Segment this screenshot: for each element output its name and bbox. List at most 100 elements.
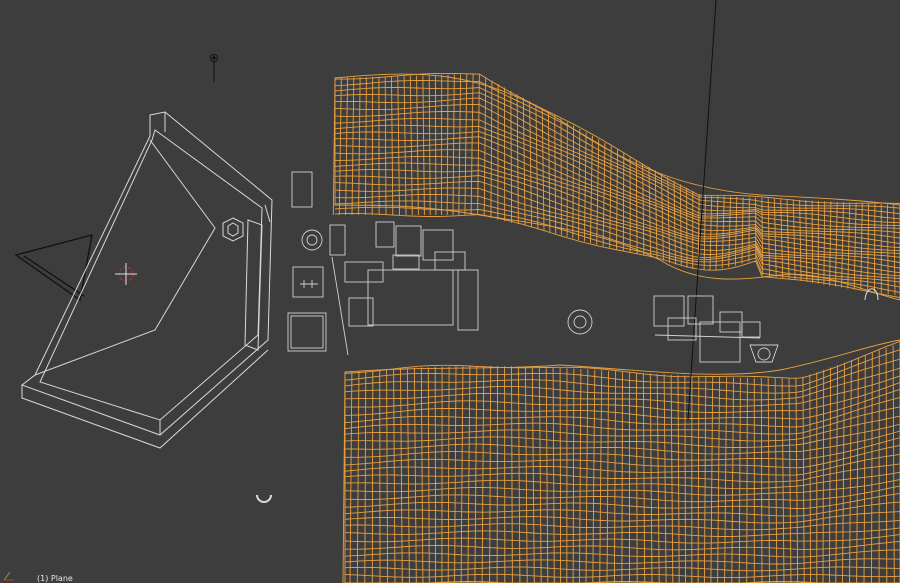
terrain-upper-vertical-edge <box>403 75 407 216</box>
terrain-upper-vertical-edge <box>835 201 838 287</box>
terrain-lower-vertical-edge <box>835 365 839 583</box>
terrain-upper-vertical-edge <box>490 80 493 219</box>
terrain-upper-horizontal-edge <box>334 200 900 288</box>
terrain-lower-vertical-edge <box>460 366 464 583</box>
terrain-upper-vertical-edge <box>446 74 449 216</box>
terrain-lower-vertical-edge <box>356 371 360 583</box>
hexagon-object[interactable] <box>222 217 244 242</box>
terrain-upper-vertical-edge <box>679 184 682 267</box>
terrain-mesh-upper[interactable] <box>332 72 900 301</box>
terrain-upper-vertical-edge <box>391 76 394 216</box>
terrain-lower-vertical-edge <box>552 367 555 583</box>
terrain-lower-vertical-edge <box>427 367 430 583</box>
terrain-lower-vertical-edge <box>531 366 535 583</box>
terrain-upper-vertical-edge <box>384 76 387 216</box>
terrain-lower-vertical-edge <box>386 369 389 583</box>
terrain-lower-vertical-edge <box>371 370 374 583</box>
terrain-upper-vertical-edge <box>477 73 480 216</box>
3d-viewport[interactable]: (1) Plane <box>0 0 900 583</box>
terrain-lower-vertical-edge <box>849 360 852 583</box>
terrain-lower-vertical-edge <box>774 377 778 583</box>
terrain-upper-vertical-edge <box>452 74 455 216</box>
terrain-lower-vertical-edge <box>892 345 895 583</box>
terrain-upper-vertical-edge <box>541 108 545 231</box>
terrain-lower-vertical-edge <box>511 366 513 583</box>
terrain-lower-vertical-edge <box>842 362 845 583</box>
props-cluster-right[interactable] <box>567 295 779 363</box>
props-cluster-center[interactable] <box>287 171 479 356</box>
terrain-lower-vertical-edge <box>474 365 478 583</box>
terrain-upper-vertical-edge <box>780 198 784 279</box>
terrain-lower-vertical-edge <box>697 376 700 583</box>
terrain-lower-vertical-edge <box>863 355 866 583</box>
terrain-lower-vertical-edge <box>677 375 680 583</box>
terrain-lower-vertical-edge <box>871 352 873 583</box>
terrain-upper-vertical-edge <box>416 75 419 216</box>
terrain-lower-vertical-edge <box>635 372 638 583</box>
terrain-lower-vertical-edge <box>710 376 714 583</box>
terrain-upper-vertical-edge <box>867 203 870 292</box>
terrain-upper-vertical-edge <box>470 73 474 216</box>
terrain-lower-vertical-edge <box>822 369 825 583</box>
terrain-lower-vertical-edge <box>670 374 674 583</box>
terrain-upper-vertical-edge <box>853 202 857 290</box>
camera-icon[interactable] <box>14 234 93 302</box>
terrain-lower-vertical-edge <box>767 377 770 583</box>
3d-cursor-icon[interactable] <box>115 263 137 285</box>
terrain-lower-vertical-edge <box>781 377 785 583</box>
terrain-lower-vertical-edge <box>517 366 521 583</box>
terrain-lower-vertical-edge <box>524 366 528 583</box>
terrain-upper-vertical-edge <box>371 76 374 216</box>
terrain-upper-vertical-edge <box>786 199 790 280</box>
arc-object[interactable] <box>256 494 272 503</box>
terrain-upper-vertical-edge <box>364 77 367 216</box>
terrain-lower-vertical-edge <box>613 371 617 583</box>
terrain-lower-vertical-edge <box>420 367 424 583</box>
terrain-upper-vertical-edge <box>535 104 539 230</box>
terrain-lower-vertical-edge <box>738 377 741 583</box>
terrain-lower-vertical-edge <box>400 368 403 583</box>
terrain-lower-vertical-edge <box>703 376 707 583</box>
terrain-upper-vertical-edge <box>554 115 557 234</box>
terrain-upper-vertical-edge <box>805 200 808 282</box>
terrain-lower-vertical-edge <box>809 374 811 583</box>
terrain-lower-vertical-edge <box>663 374 667 583</box>
terrain-lower-vertical-edge <box>621 371 623 583</box>
terrain-lower-vertical-edge <box>760 377 763 583</box>
terrain-upper-vertical-edge <box>616 149 618 250</box>
terrain-upper-vertical-edge <box>709 195 713 270</box>
terrain-upper-vertical-edge <box>483 77 487 217</box>
terrain-upper-vertical-edge <box>811 200 814 283</box>
terrain-upper-vertical-edge <box>547 111 551 233</box>
terrain-upper-vertical-edge <box>847 202 851 289</box>
terrain-upper-vertical-edge <box>635 159 638 255</box>
terrain-lower-vertical-edge <box>746 377 748 583</box>
terrain-lower-vertical-edge <box>349 371 353 583</box>
terrain-upper-vertical-edge <box>860 203 863 291</box>
terrain-upper-vertical-edge <box>409 75 413 216</box>
terrain-lower-vertical-edge <box>606 370 610 583</box>
terrain-upper-vertical-edge <box>529 101 533 228</box>
terrain-lower-vertical-edge <box>447 366 450 583</box>
terrain-lower-vertical-edge <box>592 369 596 583</box>
terrain-upper-vertical-edge <box>841 202 844 288</box>
terrain-upper-vertical-edge <box>458 74 462 216</box>
terrain-lower-vertical-edge <box>788 377 792 583</box>
lamp-icon[interactable] <box>210 54 218 83</box>
terrain-lower-vertical-edge <box>579 368 582 583</box>
terrain-upper-vertical-edge <box>622 153 625 251</box>
terrain-lower-vertical-edge <box>856 357 859 583</box>
object-name-label: (1) Plane <box>37 574 73 583</box>
terrain-upper-vertical-edge <box>464 73 468 216</box>
terrain-upper-vertical-edge <box>397 76 400 216</box>
terrain-lower-vertical-edge <box>364 370 367 583</box>
terrain-upper-vertical-edge <box>522 97 526 226</box>
terrain-upper-vertical-edge <box>673 180 676 265</box>
viewport-scene[interactable] <box>0 0 900 583</box>
terrain-lower-vertical-edge <box>684 375 686 583</box>
terrain-lower-vertical-edge <box>467 366 471 583</box>
terrain-lower-vertical-edge <box>538 366 542 583</box>
terrain-lower-vertical-edge <box>393 368 396 583</box>
terrain-mesh-lower[interactable] <box>342 339 900 583</box>
terrain-lower-vertical-edge <box>828 367 832 583</box>
